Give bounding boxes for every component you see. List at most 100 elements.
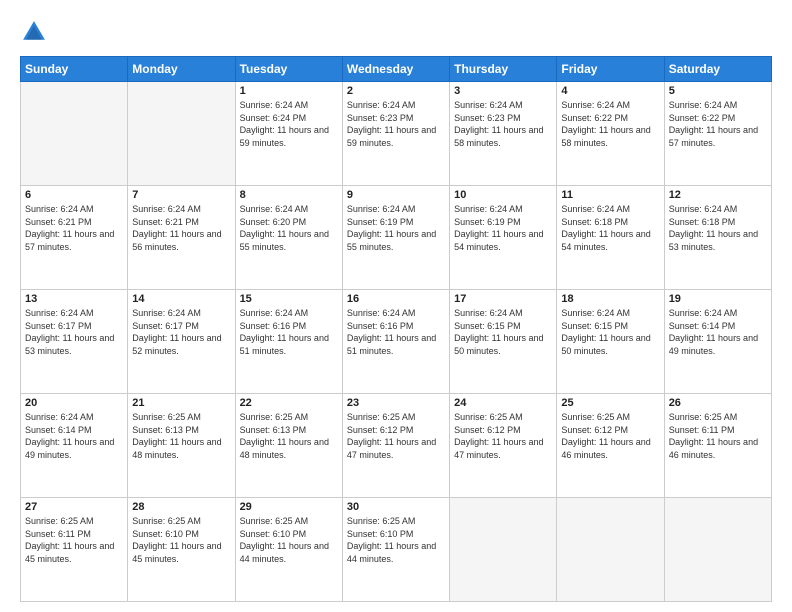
calendar-cell [557,498,664,602]
day-number: 8 [240,189,338,201]
week-row-2: 6Sunrise: 6:24 AM Sunset: 6:21 PM Daylig… [21,186,772,290]
week-row-4: 20 Sunrise: 6:24 AM Sunset: 6:14 PM Dayli… [21,394,772,498]
calendar-cell: 25 Sunrise: 6:25 AM Sunset: 6:12 PM Dayli… [557,394,664,498]
day-number: 18 [561,293,659,305]
day-number: 11 [561,189,659,201]
day-number: 26 [669,397,767,409]
day-info: Sunrise: 6:24 AM Sunset: 6:17 PM Dayligh… [132,307,230,357]
calendar-cell [128,82,235,186]
day-number: 21 [132,397,230,409]
weekday-header-monday: Monday [128,57,235,82]
day-number: 10 [454,189,552,201]
weekday-header-friday: Friday [557,57,664,82]
calendar-cell: 26 Sunrise: 6:25 AM Sunset: 6:11 PM Dayli… [664,394,771,498]
calendar-cell: 29 Sunrise: 6:25 AM Sunset: 6:10 PM Dayli… [235,498,342,602]
day-number: 24 [454,397,552,409]
weekday-header-wednesday: Wednesday [342,57,449,82]
calendar-cell: 28Sunrise: 6:25 AM Sunset: 6:10 PM Dayli… [128,498,235,602]
calendar-cell: 16 Sunrise: 6:24 AM Sunset: 6:16 PM Dayli… [342,290,449,394]
day-info: Sunrise: 6:24 AM Sunset: 6:23 PM Dayligh… [347,99,445,149]
calendar-cell: 11 Sunrise: 6:24 AM Sunset: 6:18 PM Dayli… [557,186,664,290]
week-row-5: 27 Sunrise: 6:25 AM Sunset: 6:11 PM Dayli… [21,498,772,602]
day-info: Sunrise: 6:24 AM Sunset: 6:14 PM Dayligh… [669,307,767,357]
day-number: 13 [25,293,123,305]
week-row-1: 1 Sunrise: 6:24 AM Sunset: 6:24 PM Daylig… [21,82,772,186]
header [20,18,772,46]
calendar-cell: 1 Sunrise: 6:24 AM Sunset: 6:24 PM Daylig… [235,82,342,186]
calendar-cell: 13 Sunrise: 6:24 AM Sunset: 6:17 PM Dayli… [21,290,128,394]
day-info: Sunrise: 6:25 AM Sunset: 6:13 PM Dayligh… [240,411,338,461]
calendar-cell: 27 Sunrise: 6:25 AM Sunset: 6:11 PM Dayli… [21,498,128,602]
day-number: 7 [132,189,230,201]
day-info: Sunrise: 6:24 AM Sunset: 6:18 PM Dayligh… [561,203,659,253]
day-number: 5 [669,85,767,97]
calendar-cell: 5Sunrise: 6:24 AM Sunset: 6:22 PM Daylig… [664,82,771,186]
calendar-cell: 4 Sunrise: 6:24 AM Sunset: 6:22 PM Daylig… [557,82,664,186]
calendar-cell: 24 Sunrise: 6:25 AM Sunset: 6:12 PM Dayli… [450,394,557,498]
day-info: Sunrise: 6:24 AM Sunset: 6:16 PM Dayligh… [240,307,338,357]
calendar-cell: 3 Sunrise: 6:24 AM Sunset: 6:23 PM Daylig… [450,82,557,186]
calendar-cell: 23 Sunrise: 6:25 AM Sunset: 6:12 PM Dayli… [342,394,449,498]
day-number: 17 [454,293,552,305]
day-number: 28 [132,501,230,513]
day-info: Sunrise: 6:24 AM Sunset: 6:15 PM Dayligh… [561,307,659,357]
day-number: 1 [240,85,338,97]
day-number: 4 [561,85,659,97]
day-number: 14 [132,293,230,305]
day-info: Sunrise: 6:24 AM Sunset: 6:18 PM Dayligh… [669,203,767,253]
day-number: 2 [347,85,445,97]
logo [20,18,52,46]
day-info: Sunrise: 6:25 AM Sunset: 6:12 PM Dayligh… [347,411,445,461]
weekday-header-saturday: Saturday [664,57,771,82]
day-info: Sunrise: 6:24 AM Sunset: 6:15 PM Dayligh… [454,307,552,357]
day-info: Sunrise: 6:24 AM Sunset: 6:16 PM Dayligh… [347,307,445,357]
day-number: 23 [347,397,445,409]
calendar-cell: 17 Sunrise: 6:24 AM Sunset: 6:15 PM Dayli… [450,290,557,394]
calendar-cell [21,82,128,186]
day-info: Sunrise: 6:25 AM Sunset: 6:11 PM Dayligh… [25,515,123,565]
day-info: Sunrise: 6:25 AM Sunset: 6:12 PM Dayligh… [454,411,552,461]
weekday-header-sunday: Sunday [21,57,128,82]
day-info: Sunrise: 6:25 AM Sunset: 6:13 PM Dayligh… [132,411,230,461]
day-number: 25 [561,397,659,409]
day-info: Sunrise: 6:24 AM Sunset: 6:17 PM Dayligh… [25,307,123,357]
day-number: 19 [669,293,767,305]
calendar-cell [664,498,771,602]
calendar-cell: 21 Sunrise: 6:25 AM Sunset: 6:13 PM Dayli… [128,394,235,498]
weekday-header-tuesday: Tuesday [235,57,342,82]
day-info: Sunrise: 6:25 AM Sunset: 6:10 PM Dayligh… [240,515,338,565]
calendar-cell: 9Sunrise: 6:24 AM Sunset: 6:19 PM Daylig… [342,186,449,290]
day-info: Sunrise: 6:24 AM Sunset: 6:20 PM Dayligh… [240,203,338,253]
weekday-header-row: SundayMondayTuesdayWednesdayThursdayFrid… [21,57,772,82]
logo-icon [20,18,48,46]
day-number: 27 [25,501,123,513]
day-number: 29 [240,501,338,513]
week-row-3: 13 Sunrise: 6:24 AM Sunset: 6:17 PM Dayli… [21,290,772,394]
day-info: Sunrise: 6:24 AM Sunset: 6:24 PM Dayligh… [240,99,338,149]
day-info: Sunrise: 6:25 AM Sunset: 6:11 PM Dayligh… [669,411,767,461]
day-info: Sunrise: 6:25 AM Sunset: 6:12 PM Dayligh… [561,411,659,461]
calendar-cell: 2 Sunrise: 6:24 AM Sunset: 6:23 PM Daylig… [342,82,449,186]
day-info: Sunrise: 6:24 AM Sunset: 6:23 PM Dayligh… [454,99,552,149]
day-number: 3 [454,85,552,97]
day-info: Sunrise: 6:24 AM Sunset: 6:21 PM Dayligh… [132,203,230,253]
calendar-cell: 18 Sunrise: 6:24 AM Sunset: 6:15 PM Dayli… [557,290,664,394]
day-info: Sunrise: 6:24 AM Sunset: 6:19 PM Dayligh… [454,203,552,253]
day-info: Sunrise: 6:24 AM Sunset: 6:22 PM Dayligh… [561,99,659,149]
calendar-cell: 20 Sunrise: 6:24 AM Sunset: 6:14 PM Dayli… [21,394,128,498]
calendar-cell: 15Sunrise: 6:24 AM Sunset: 6:16 PM Dayli… [235,290,342,394]
day-number: 20 [25,397,123,409]
day-info: Sunrise: 6:24 AM Sunset: 6:14 PM Dayligh… [25,411,123,461]
calendar-cell: 6Sunrise: 6:24 AM Sunset: 6:21 PM Daylig… [21,186,128,290]
day-number: 22 [240,397,338,409]
calendar-cell: 12 Sunrise: 6:24 AM Sunset: 6:18 PM Dayli… [664,186,771,290]
calendar-cell: 19 Sunrise: 6:24 AM Sunset: 6:14 PM Dayli… [664,290,771,394]
day-info: Sunrise: 6:25 AM Sunset: 6:10 PM Dayligh… [347,515,445,565]
calendar-cell: 14 Sunrise: 6:24 AM Sunset: 6:17 PM Dayli… [128,290,235,394]
day-number: 9 [347,189,445,201]
calendar-table: SundayMondayTuesdayWednesdayThursdayFrid… [20,56,772,602]
calendar-cell: 7 Sunrise: 6:24 AM Sunset: 6:21 PM Daylig… [128,186,235,290]
day-number: 16 [347,293,445,305]
day-number: 12 [669,189,767,201]
day-info: Sunrise: 6:24 AM Sunset: 6:21 PM Dayligh… [25,203,123,253]
